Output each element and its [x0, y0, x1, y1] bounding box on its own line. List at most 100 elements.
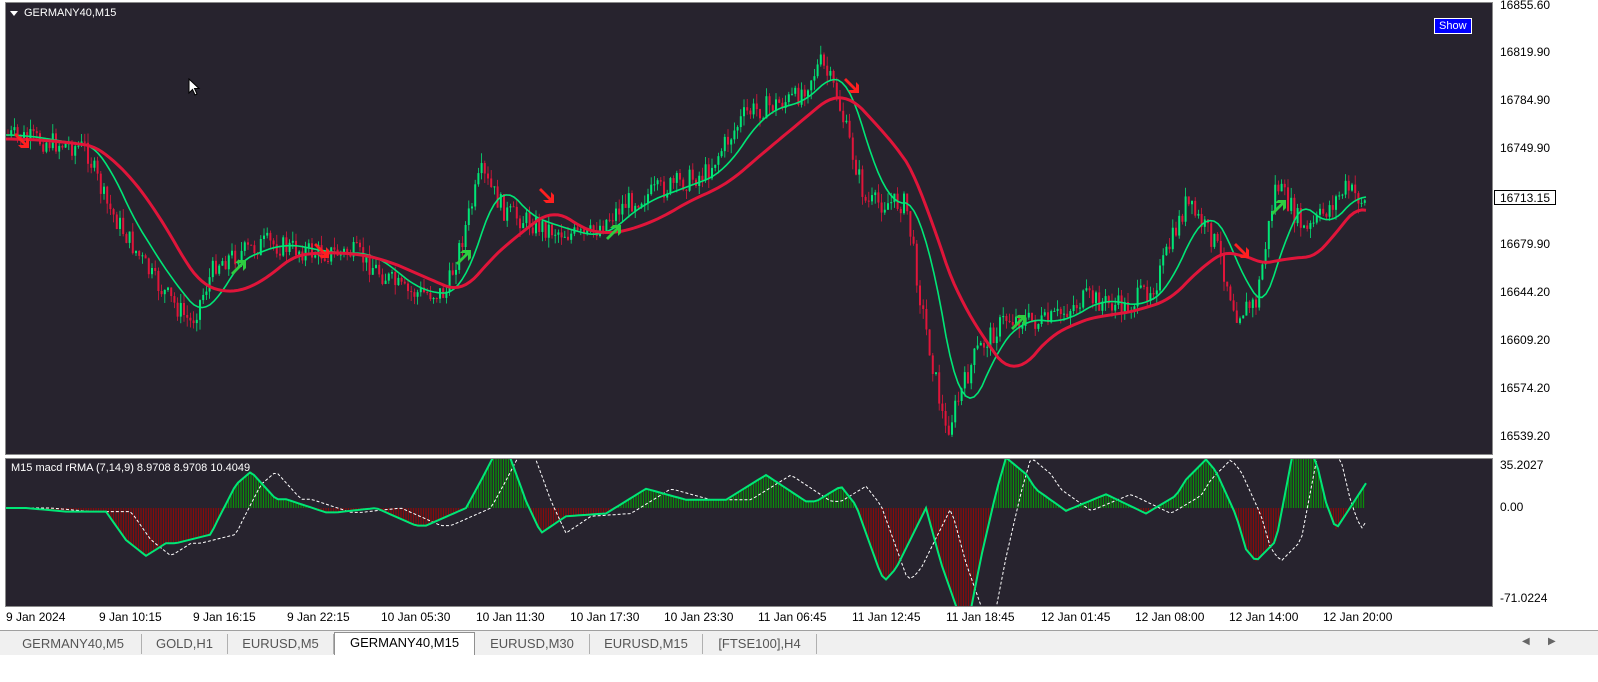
candle-body [947, 425, 950, 435]
candle-body [1229, 286, 1232, 301]
candle-body [679, 173, 681, 180]
candle-body [842, 110, 845, 123]
candle-body [733, 130, 736, 140]
candle-body [96, 160, 99, 174]
candle-body [183, 302, 185, 315]
candle-body [1152, 293, 1155, 295]
show-button[interactable]: Show [1434, 18, 1472, 34]
candle-body [791, 93, 793, 95]
candle-body [832, 70, 835, 83]
candle-body [778, 99, 781, 103]
candle-body [279, 253, 281, 256]
candle-body [1341, 194, 1344, 196]
candle-body [119, 217, 121, 229]
candle-body [227, 255, 230, 270]
candle-body [240, 250, 243, 262]
sell-arrow-icon [539, 188, 554, 203]
chart-window[interactable]: GERMANY40,M15 Show M15 macd rRMA (7,14,9… [0, 0, 1598, 630]
candle-body [1146, 286, 1149, 302]
candle-body [579, 229, 582, 231]
buy-arrow-icon [1271, 200, 1286, 215]
tab-eurusd-m15[interactable]: EURUSD,M15 [590, 634, 703, 654]
candle-body [307, 243, 310, 248]
candle-body [720, 151, 723, 157]
candle-body [1085, 288, 1088, 291]
candle-body [976, 345, 979, 349]
candle-body [1056, 308, 1059, 311]
candle-body [269, 232, 272, 241]
candle-body [471, 206, 473, 209]
candle-body [951, 422, 953, 435]
candle-body [1165, 246, 1168, 256]
candle-body [515, 206, 518, 219]
candle-body [967, 372, 969, 384]
candle-body [861, 169, 864, 197]
time-axis-label: 12 Jan 08:00 [1135, 610, 1205, 624]
candle-body [1091, 290, 1094, 304]
candle-body [1098, 292, 1101, 311]
candle-body [707, 164, 710, 179]
price-axis-label: 16855.60 [1500, 0, 1551, 12]
price-axis-label: 16679.90 [1500, 237, 1551, 251]
candle-body [205, 291, 208, 295]
candle-body [288, 242, 291, 253]
tab-eurusd-m5[interactable]: EURUSD,M5 [228, 634, 334, 654]
time-axis-label: 11 Jan 18:45 [946, 610, 1015, 624]
candle-body [199, 300, 201, 320]
candle-body [803, 89, 806, 97]
time-axis-label: 9 Jan 16:15 [193, 610, 256, 624]
macd-indicator-pane[interactable]: M15 macd rRMA (7,14,9) 8.9708 8.9708 10.… [5, 458, 1493, 607]
candle-body [397, 277, 400, 286]
candle-body [925, 308, 928, 330]
candle-body [1258, 279, 1261, 308]
candle-body [1194, 200, 1197, 216]
macd-main-line [6, 459, 1367, 606]
candle-body [1328, 205, 1331, 217]
tab-ftse100-h4[interactable]: [FTSE100],H4 [703, 634, 817, 654]
candle-body [1079, 307, 1081, 309]
candle-body [935, 372, 937, 374]
tab-eurusd-m30[interactable]: EURUSD,M30 [475, 634, 590, 654]
candle-body [570, 233, 573, 240]
candle-body [919, 285, 921, 306]
tab-gold-h1[interactable]: GOLD,H1 [142, 634, 228, 654]
candle-body [147, 258, 150, 275]
tab-germany40-m15[interactable]: GERMANY40,M15 [334, 632, 475, 655]
scroll-right-icon[interactable]: ▶ [1548, 636, 1556, 647]
candle-body [509, 206, 512, 208]
candle-body [179, 302, 182, 317]
tab-germany40-m5[interactable]: GERMANY40,M5 [5, 634, 142, 654]
price-chart-canvas[interactable] [6, 3, 1492, 454]
scroll-left-icon[interactable]: ◀ [1522, 636, 1530, 647]
collapse-triangle-icon[interactable] [10, 11, 18, 16]
price-chart-pane[interactable]: GERMANY40,M15 Show [5, 2, 1493, 455]
candle-body [506, 207, 509, 221]
chart-tab-bar: GERMANY40,M5 GOLD,H1 EURUSD,M5 GERMANY40… [0, 630, 1598, 655]
candle-body [1325, 213, 1328, 217]
candle-body [83, 141, 86, 143]
candle-body [1011, 321, 1014, 325]
candle-body [1053, 310, 1056, 312]
candle-body [883, 209, 886, 213]
candle-body [1002, 316, 1005, 318]
time-axis-label: 11 Jan 06:45 [758, 610, 827, 624]
candle-body [547, 224, 550, 238]
candle-body [1159, 265, 1161, 291]
candle-body [701, 175, 704, 181]
candle-body [458, 243, 461, 270]
candle-body [563, 236, 566, 238]
macd-canvas[interactable] [6, 459, 1492, 606]
mouse-pointer-icon [188, 78, 201, 96]
candle-body [192, 320, 195, 324]
candle-body [1059, 308, 1062, 315]
time-axis-label: 10 Jan 05:30 [381, 610, 451, 624]
candle-body [957, 400, 960, 402]
candle-body [93, 160, 96, 168]
candle-body [125, 234, 128, 243]
candle-body [13, 127, 16, 131]
candle-body [1322, 208, 1325, 214]
candle-body [1360, 202, 1363, 204]
candle-body [403, 281, 406, 284]
candle-body [1219, 240, 1222, 255]
candle-body [224, 261, 227, 270]
